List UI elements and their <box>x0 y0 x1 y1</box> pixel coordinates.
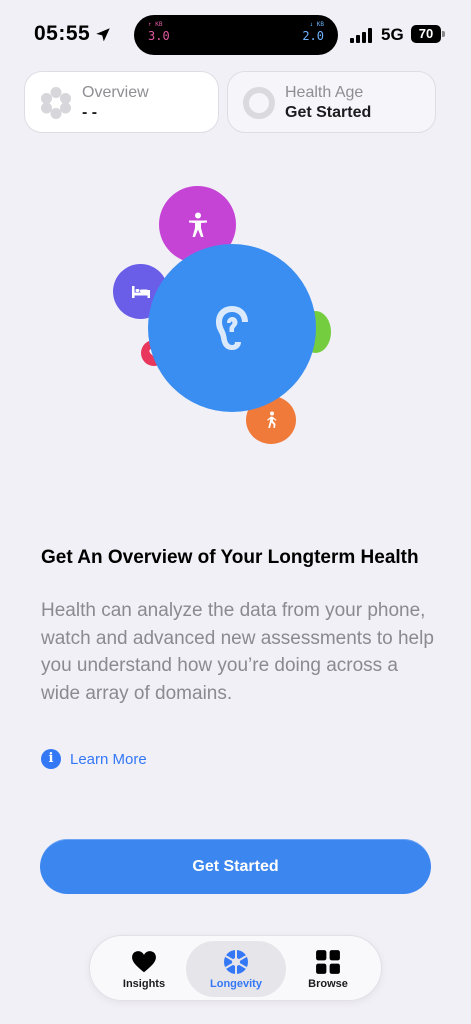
walking-icon <box>267 411 277 428</box>
description: Health can analyze the data from your ph… <box>41 600 434 704</box>
heart-icon <box>132 951 156 973</box>
tab-browse[interactable]: Browse <box>278 941 378 997</box>
health-age-card[interactable]: Health Age Get Started <box>227 71 436 133</box>
overview-petals-icon <box>41 87 71 119</box>
download-speed: ↓ KB 2.0 <box>302 21 324 43</box>
learn-more-link[interactable]: i Learn More <box>41 748 147 770</box>
bed-icon <box>131 285 150 298</box>
battery-nub <box>442 31 445 37</box>
headline: Get An Overview of Your Longterm Health <box>41 547 419 568</box>
tab-insights[interactable]: Insights <box>94 941 194 997</box>
overview-value: - - <box>82 104 98 121</box>
learn-more-label: Learn More <box>70 750 147 768</box>
dynamic-island: ↑ KB 3.0 ↓ KB 2.0 <box>134 15 338 55</box>
info-icon: i <box>41 749 61 769</box>
health-age-ring-icon <box>243 87 275 119</box>
status-time: 05:55 <box>34 22 91 45</box>
status-bar: 05:55 ↑ KB 3.0 ↓ KB 2.0 5G 70 <box>0 0 471 70</box>
tab-longevity-label: Longevity <box>210 978 262 990</box>
upload-speed: ↑ KB 3.0 <box>148 21 170 43</box>
overview-title: Overview <box>82 84 149 101</box>
network-type: 5G <box>381 25 404 44</box>
person-figure-icon <box>188 212 207 237</box>
tab-longevity[interactable]: Longevity <box>186 941 286 997</box>
longevity-icon <box>224 950 248 974</box>
location-arrow-icon <box>96 28 110 42</box>
cellular-signal-icon <box>350 28 372 43</box>
tab-insights-label: Insights <box>122 978 166 990</box>
tab-browse-label: Browse <box>308 978 348 990</box>
grid-icon <box>316 950 340 974</box>
ear-icon <box>216 306 248 350</box>
tab-bar: Insights Longevity Browse <box>89 935 382 1001</box>
health-age-title: Health Age <box>285 84 364 101</box>
get-started-button[interactable]: Get Started <box>40 839 431 894</box>
hearing-bubble <box>148 244 316 412</box>
health-age-value: Get Started <box>285 104 372 121</box>
battery-icon: 70 <box>411 25 441 43</box>
overview-card[interactable]: Overview - - <box>24 71 219 133</box>
